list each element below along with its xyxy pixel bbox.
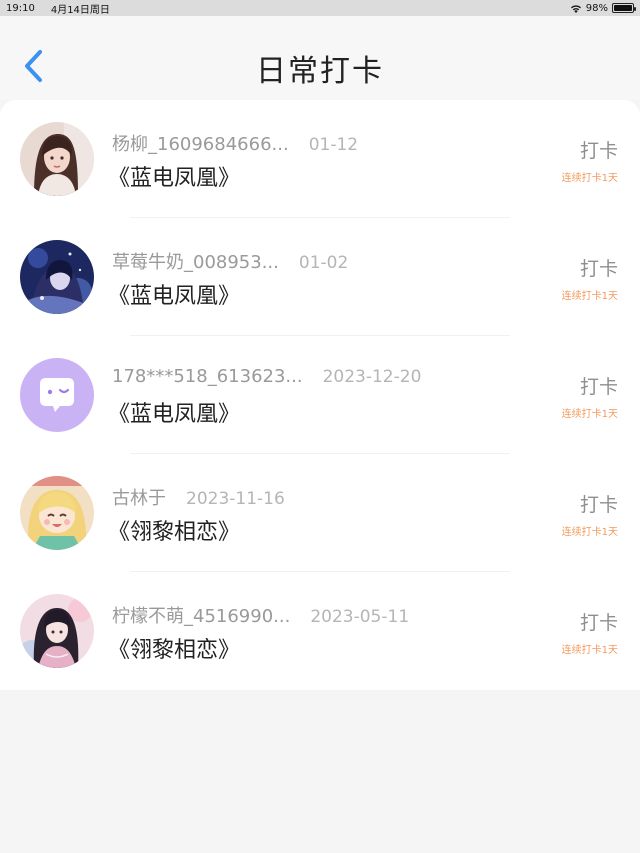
list-item[interactable]: 古林于 2023-11-16 《翎黎相恋》 打卡 连续打卡1天 [0, 454, 640, 572]
list-item[interactable]: 178***518_613623... 2023-12-20 《蓝电凤凰》 打卡… [0, 336, 640, 454]
post-date: 2023-05-11 [310, 607, 410, 627]
battery-fill [614, 5, 632, 11]
nav-header: 日常打卡 [0, 16, 640, 100]
chat-bubble-avatar[interactable] [20, 358, 94, 432]
post-date: 01-12 [308, 135, 359, 155]
meta-row: 草莓牛奶_008953... 01-02 [112, 248, 348, 274]
post-date: 01-02 [298, 253, 349, 273]
list-item[interactable]: 柠檬不萌_4516990... 2023-05-11 《翎黎相恋》 打卡 连续打… [0, 572, 640, 690]
anime-pink-avatar[interactable] [20, 594, 94, 668]
streak-label: 连续打卡1天 [561, 527, 618, 538]
book-title[interactable]: 《翎黎相恋》 [108, 632, 240, 664]
battery-icon [612, 3, 636, 13]
status-date: 4月14日周日 [50, 4, 110, 16]
book-title[interactable]: 《蓝电凤凰》 [108, 396, 240, 428]
checkin-list: 杨柳_1609684666... 01-12 《蓝电凤凰》 打卡 连续打卡1天 [0, 100, 640, 690]
checkin-button[interactable]: 打卡 [580, 372, 618, 399]
list-item[interactable]: 杨柳_1609684666... 01-12 《蓝电凤凰》 打卡 连续打卡1天 [0, 100, 640, 218]
wifi-icon [570, 4, 582, 13]
page-title: 日常打卡 [256, 54, 384, 89]
anime-blonde-avatar[interactable] [20, 476, 94, 550]
status-time: 19:10 [6, 2, 35, 14]
streak-label: 连续打卡1天 [561, 645, 618, 656]
post-date: 2023-12-20 [322, 367, 422, 387]
username[interactable]: 柠檬不萌_4516990... [112, 602, 290, 628]
post-date: 2023-11-16 [186, 489, 285, 509]
book-title[interactable]: 《蓝电凤凰》 [108, 278, 240, 310]
meta-row: 柠檬不萌_4516990... 2023-05-11 [112, 602, 409, 628]
streak-label: 连续打卡1天 [561, 291, 618, 302]
battery-percent: 98% [585, 2, 608, 14]
book-title[interactable]: 《蓝电凤凰》 [108, 160, 240, 192]
list-item[interactable]: 草莓牛奶_008953... 01-02 《蓝电凤凰》 打卡 连续打卡1天 [0, 218, 640, 336]
streak-label: 连续打卡1天 [561, 173, 618, 184]
checkin-button[interactable]: 打卡 [580, 254, 618, 281]
status-bar: 19:10 4月14日周日 98% [0, 0, 640, 16]
anime-blue-avatar[interactable] [20, 240, 94, 314]
book-title[interactable]: 《翎黎相恋》 [108, 514, 240, 546]
checkin-button[interactable]: 打卡 [580, 608, 618, 635]
username[interactable]: 草莓牛奶_008953... [112, 248, 279, 274]
user-photo-avatar[interactable] [20, 122, 94, 196]
username[interactable]: 178***518_613623... [112, 366, 303, 387]
checkin-button[interactable]: 打卡 [580, 136, 618, 163]
username[interactable]: 古林于 [112, 484, 166, 510]
username[interactable]: 杨柳_1609684666... [112, 130, 289, 156]
streak-label: 连续打卡1天 [561, 409, 618, 420]
meta-row: 杨柳_1609684666... 01-12 [112, 130, 358, 156]
checkin-button[interactable]: 打卡 [580, 490, 618, 517]
meta-row: 178***518_613623... 2023-12-20 [112, 366, 421, 387]
meta-row: 古林于 2023-11-16 [112, 484, 285, 510]
status-right: 98% [570, 2, 636, 14]
